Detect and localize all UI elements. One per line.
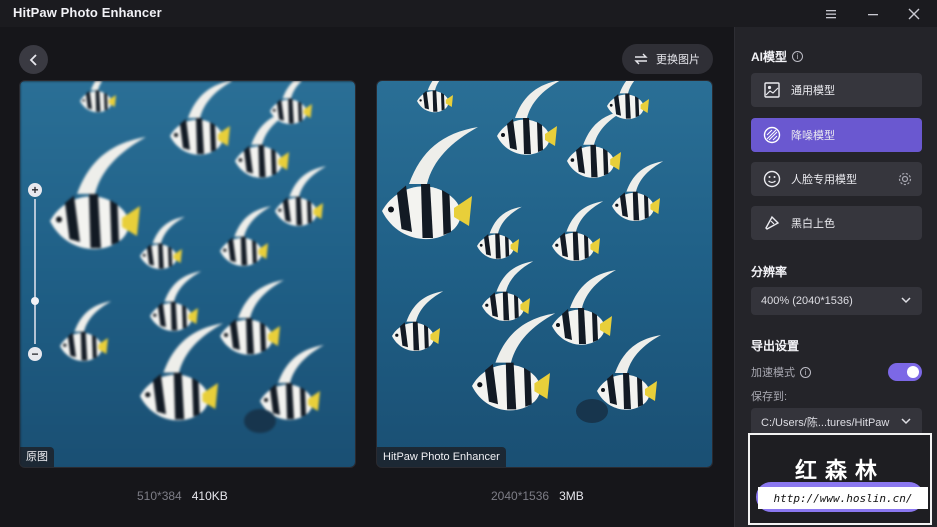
- replace-image-button[interactable]: 更换图片: [622, 44, 713, 74]
- model-denoise-button[interactable]: 降噪模型: [751, 118, 922, 152]
- original-file-size: 410KB: [191, 489, 228, 503]
- fish-photo-original: [20, 81, 355, 467]
- zoom-track[interactable]: [34, 199, 36, 344]
- enhanced-meta: 2040*1536 3MB: [491, 489, 584, 503]
- original-meta: 510*384 410KB: [137, 489, 228, 503]
- save-path-value: C:/Users/陈...tures/HitPaw: [761, 417, 890, 429]
- fish-photo-enhanced: [377, 81, 712, 467]
- model-colorize-label: 黑白上色: [791, 218, 835, 230]
- resolution-select[interactable]: 400% (2040*1536): [751, 287, 922, 315]
- denoise-icon: [763, 126, 781, 144]
- accel-mode-label: 加速模式: [751, 367, 795, 379]
- resolution-section-title: 分辨率: [751, 265, 788, 279]
- swap-icon: [634, 53, 648, 65]
- ai-model-section-title: AI模型 i: [751, 48, 804, 65]
- model-denoise-label: 降噪模型: [791, 130, 835, 142]
- enhanced-file-size: 3MB: [559, 489, 584, 503]
- preview-area: 更换图片 + − 原图 HitPaw Photo Enhancer 510*38…: [0, 27, 734, 527]
- model-colorize-button[interactable]: 黑白上色: [751, 206, 922, 240]
- model-face-button[interactable]: 人脸专用模型: [751, 162, 922, 196]
- watermark-title: 红森林: [794, 458, 885, 483]
- resolution-value: 400% (2040*1536): [761, 295, 853, 307]
- model-general-button[interactable]: 通用模型: [751, 73, 922, 107]
- chevron-down-icon: [901, 297, 911, 304]
- info-icon[interactable]: i: [792, 51, 804, 62]
- gear-icon[interactable]: [898, 172, 912, 186]
- title-bar: HitPaw Photo Enhancer: [0, 0, 937, 27]
- accel-mode-row: 加速模式 i: [751, 362, 922, 382]
- save-to-label: 保存到:: [751, 391, 788, 403]
- colorize-icon: [763, 214, 781, 232]
- model-face-label: 人脸专用模型: [791, 174, 857, 186]
- ai-model-title: AI模型: [751, 50, 788, 64]
- minimize-icon[interactable]: [858, 0, 888, 27]
- enhanced-dimensions: 2040*1536: [491, 489, 550, 503]
- enhanced-image-tag: HitPaw Photo Enhancer: [377, 447, 506, 467]
- replace-image-label: 更换图片: [656, 54, 700, 66]
- close-icon[interactable]: [899, 0, 929, 27]
- accel-mode-toggle[interactable]: [888, 363, 922, 381]
- zoom-in-button[interactable]: +: [28, 183, 42, 197]
- image-icon: [763, 81, 781, 99]
- enhanced-image[interactable]: HitPaw Photo Enhancer: [376, 80, 713, 468]
- back-button[interactable]: [19, 45, 48, 74]
- export-section-title: 导出设置: [751, 339, 800, 353]
- face-icon: [763, 170, 781, 188]
- zoom-knob[interactable]: [31, 297, 39, 305]
- chevron-left-icon: [29, 53, 37, 66]
- model-general-label: 通用模型: [791, 85, 835, 97]
- save-path-select[interactable]: C:/Users/陈...tures/HitPaw: [751, 408, 922, 436]
- toggle-knob: [907, 366, 919, 378]
- original-dimensions: 510*384: [137, 489, 182, 503]
- menu-icon[interactable]: [816, 0, 846, 27]
- chevron-down-icon: [901, 418, 911, 425]
- info-icon[interactable]: i: [800, 366, 811, 378]
- original-image[interactable]: + − 原图: [19, 80, 356, 468]
- watermark-url: http://www.hoslin.cn/: [758, 487, 928, 509]
- app-title: HitPaw Photo Enhancer: [13, 5, 162, 20]
- zoom-out-button[interactable]: −: [28, 347, 42, 361]
- watermark-overlay: 红森林 http://www.hoslin.cn/: [748, 433, 932, 525]
- original-image-tag: 原图: [20, 447, 54, 467]
- zoom-slider[interactable]: + −: [27, 181, 43, 361]
